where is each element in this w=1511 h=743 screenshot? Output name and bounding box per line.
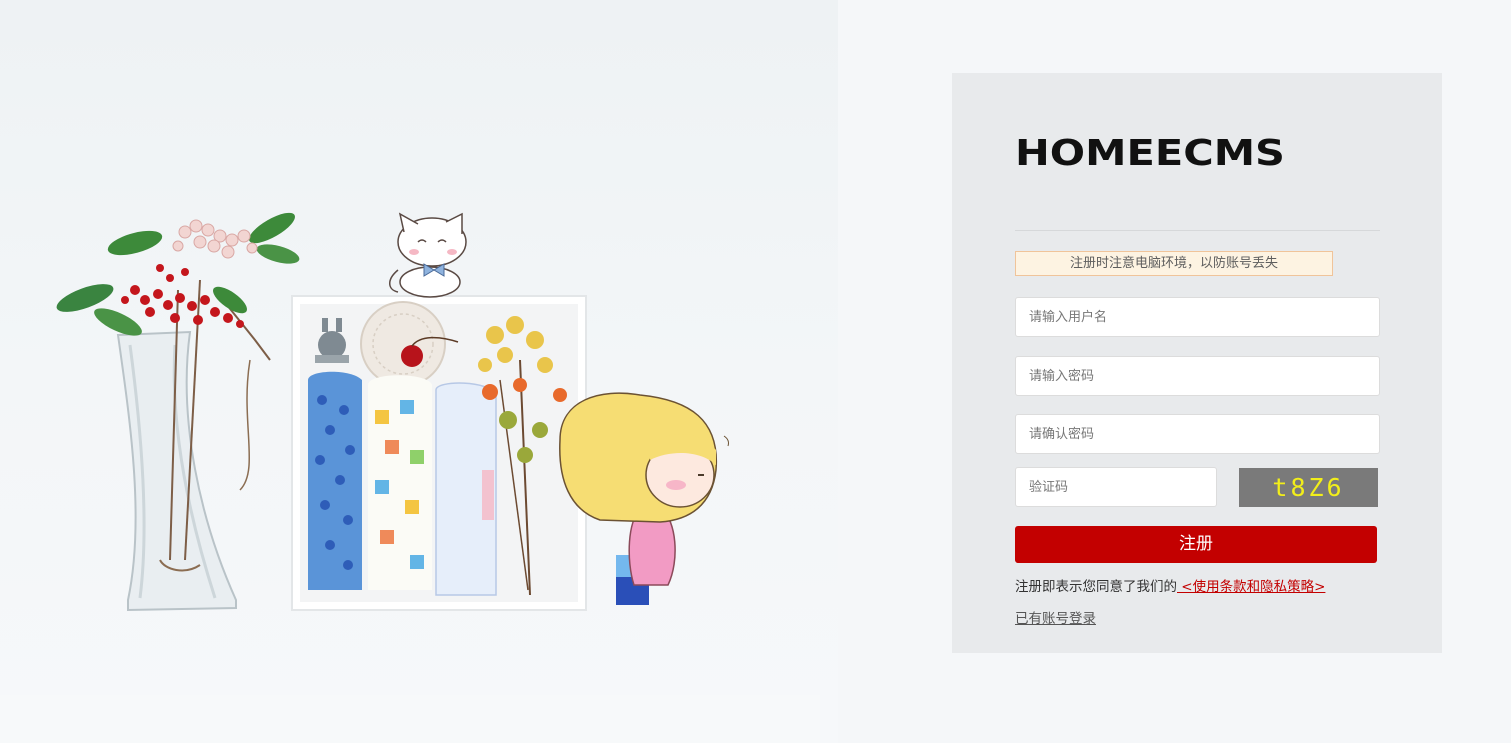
divider [1015, 230, 1380, 231]
brand-logo-text: HOMEECMS [1015, 133, 1285, 174]
username-input[interactable] [1015, 297, 1380, 337]
password-input[interactable] [1015, 356, 1380, 396]
agreement-label: 注册即表示您同意了我们的 [1015, 579, 1177, 595]
box-image [291, 295, 587, 611]
register-button[interactable]: 注册 [1015, 526, 1377, 563]
cat-image [389, 212, 467, 298]
register-notice: 注册时注意电脑环境，以防账号丢失 [1015, 251, 1333, 276]
captcha-image[interactable]: t8Z6 [1239, 468, 1378, 507]
agreement-text: 注册即表示您同意了我们的 <使用条款和隐私策略> [1015, 577, 1325, 597]
terms-link[interactable]: <使用条款和隐私策略> [1177, 579, 1325, 595]
brand-logo: HOMEECMS [1015, 128, 1287, 174]
login-link[interactable]: 已有账号登录 [1015, 609, 1096, 629]
captcha-input[interactable] [1015, 467, 1217, 507]
brand-logo-svg: HOMEECMS [1015, 133, 1285, 174]
vase-image [56, 212, 300, 612]
hero-illustration-svg [56, 212, 729, 612]
confirm-password-input[interactable] [1015, 414, 1380, 454]
hero-illustration [0, 0, 820, 743]
